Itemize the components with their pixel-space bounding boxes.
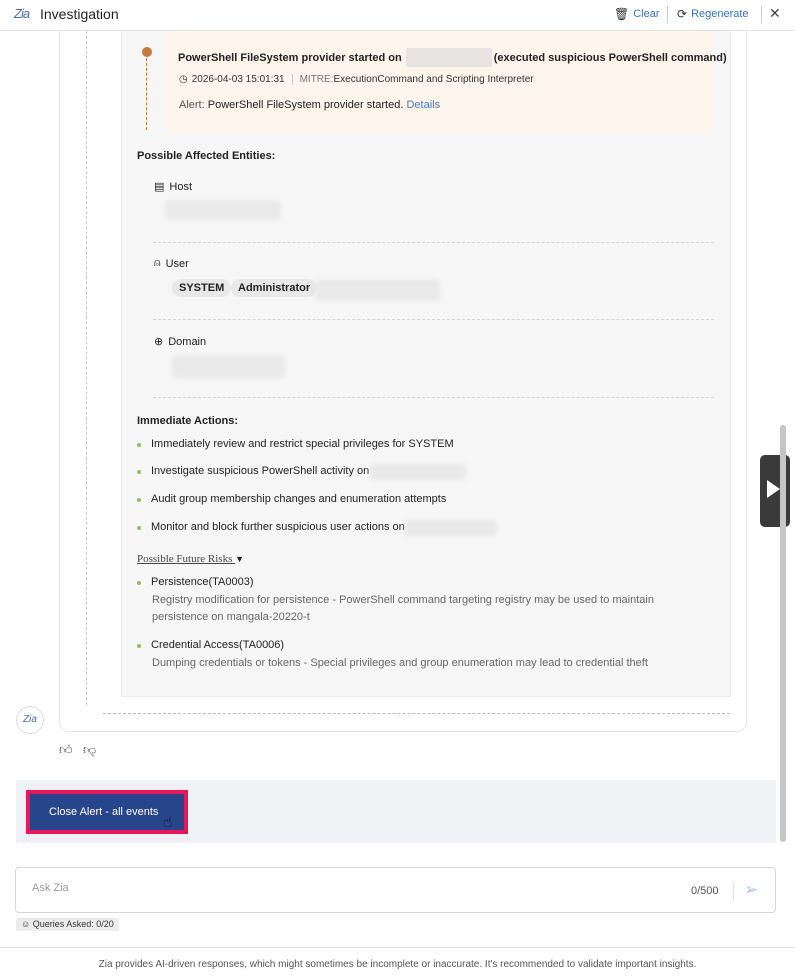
scrollbar-thumb[interactable]: [780, 425, 786, 842]
user-label: User: [165, 257, 189, 270]
trash-icon: 🗑: [614, 7, 630, 21]
card-dashed-divider: [103, 713, 730, 714]
redacted-domain-value: [172, 356, 285, 378]
risk-item: Persistence(TA0003): [137, 576, 254, 588]
header-divider: [761, 6, 762, 23]
thumbs-down-icon[interactable]: 👎︎: [83, 742, 96, 758]
disclaimer: Zia provides AI-driven responses, which …: [0, 947, 795, 979]
event-alert: Alert: PowerShell FileSystem provider st…: [179, 99, 440, 111]
clear-button[interactable]: 🗑 Clear: [614, 7, 660, 21]
investigation-panel: Zia Investigation 🗑 Clear ⟳ Regenerate ✕…: [0, 0, 795, 979]
action-item: Audit group membership changes and enume…: [137, 493, 446, 505]
regenerate-label: Regenerate: [691, 8, 749, 20]
panel-header: Zia Investigation 🗑 Clear ⟳ Regenerate ✕: [0, 0, 795, 31]
action-item: Monitor and block further suspicious use…: [137, 521, 405, 533]
user-chip: Administrator: [231, 279, 318, 297]
user-chip: SYSTEM: [172, 279, 232, 297]
entity-divider: [153, 319, 714, 320]
future-risks-toggle[interactable]: Possible Future Risks ▼: [137, 553, 244, 565]
clock-icon: ◷: [179, 74, 188, 85]
bullet-dot: [137, 581, 141, 585]
send-icon[interactable]: ➢: [744, 880, 758, 900]
header-divider: [667, 6, 668, 23]
globe-icon: ⊕: [154, 336, 164, 348]
close-icon[interactable]: ✕: [769, 5, 781, 22]
redacted-host: [405, 48, 492, 67]
bullet-dot: [137, 644, 141, 648]
redacted-user-value: [316, 279, 440, 301]
action-text: Immediately review and restrict special …: [151, 438, 454, 450]
entity-divider: [153, 397, 714, 398]
play-icon: [767, 480, 780, 498]
entity-domain: ⊕ Domain: [154, 335, 207, 349]
event-title: PowerShell FileSystem provider started o…: [178, 48, 727, 67]
event-title-prefix: PowerShell FileSystem provider started o…: [178, 51, 402, 64]
input-divider: [733, 882, 734, 900]
timeline-line: [146, 58, 147, 130]
risk-item: Credential Access(TA0006): [137, 639, 284, 651]
char-counter: 0/500: [691, 885, 719, 897]
refresh-icon: ⟳: [677, 7, 688, 21]
user-icon: ⍝: [154, 257, 161, 269]
action-text: Audit group membership changes and enume…: [151, 493, 447, 505]
redacted-host-value: [165, 201, 281, 219]
event-timestamp: 2026-04-03 15:01:31: [191, 74, 285, 85]
details-link[interactable]: Details: [406, 99, 440, 111]
actions-heading: Immediate Actions:: [137, 415, 239, 427]
bullet-dot: [137, 443, 141, 447]
zia-avatar: Zia: [16, 706, 44, 734]
event-meta: ◷ 2026-04-03 15:01:31 MITRE: ExecutionCom…: [179, 74, 534, 85]
mitre-value: ExecutionCommand and Scripting Interpret…: [333, 74, 534, 85]
risk-description: Dumping credentials or tokens - Special …: [152, 657, 648, 669]
card-dashed-guide: [86, 31, 87, 705]
mitre-label: MITRE:: [299, 74, 334, 85]
bullet-dot: [137, 470, 141, 474]
regenerate-button[interactable]: ⟳ Regenerate: [677, 7, 749, 21]
action-item: Investigate suspicious PowerShell activi…: [137, 465, 369, 477]
queries-badge: ☺ Queries Asked: 0/20: [16, 918, 119, 931]
ask-zia-box: 0/500 ➢: [15, 867, 776, 913]
entity-divider: [153, 242, 714, 243]
action-text: Investigate suspicious PowerShell activi…: [151, 465, 370, 477]
queries-count: Queries Asked: 0/20: [32, 919, 114, 929]
timeline-dot: [142, 47, 152, 57]
future-risks-label: Possible Future Risks: [137, 553, 233, 565]
entities-heading: Possible Affected Entities:: [137, 150, 276, 162]
bullet-dot: [137, 498, 141, 502]
risk-description: Registry modification for persistence - …: [152, 594, 654, 623]
entity-host: ▤ Host: [154, 180, 193, 194]
clear-label: Clear: [633, 8, 660, 20]
action-item: Immediately review and restrict special …: [137, 438, 454, 450]
risk-title: Credential Access(TA0006): [151, 639, 285, 651]
zia-logo: Zia: [14, 6, 30, 21]
panel-title: Investigation: [40, 6, 119, 22]
bullet-dot: [137, 526, 141, 530]
hand-cursor-icon: ☝: [163, 814, 173, 831]
host-label: Host: [169, 180, 193, 193]
event-title-suffix: (executed suspicious PowerShell command): [493, 51, 727, 64]
meta-divider: [291, 74, 293, 85]
risk-title: Persistence(TA0003): [151, 576, 254, 588]
redacted-host-value: [405, 520, 497, 536]
close-alert-label: Close Alert - all events: [49, 806, 159, 818]
server-icon: ▤: [154, 181, 165, 193]
alert-label: Alert:: [179, 99, 205, 111]
entity-user: ⍝ User: [154, 257, 189, 270]
ask-zia-input[interactable]: [32, 882, 632, 894]
chat-icon: ☺: [21, 919, 31, 929]
redacted-host-value: [370, 464, 466, 480]
action-text: Monitor and block further suspicious use…: [151, 521, 405, 533]
domain-label: Domain: [168, 335, 207, 348]
alert-text: PowerShell FileSystem provider started.: [207, 99, 404, 111]
thumbs-up-icon[interactable]: 👍︎: [59, 742, 73, 758]
caret-down-icon: ▼: [235, 554, 245, 564]
